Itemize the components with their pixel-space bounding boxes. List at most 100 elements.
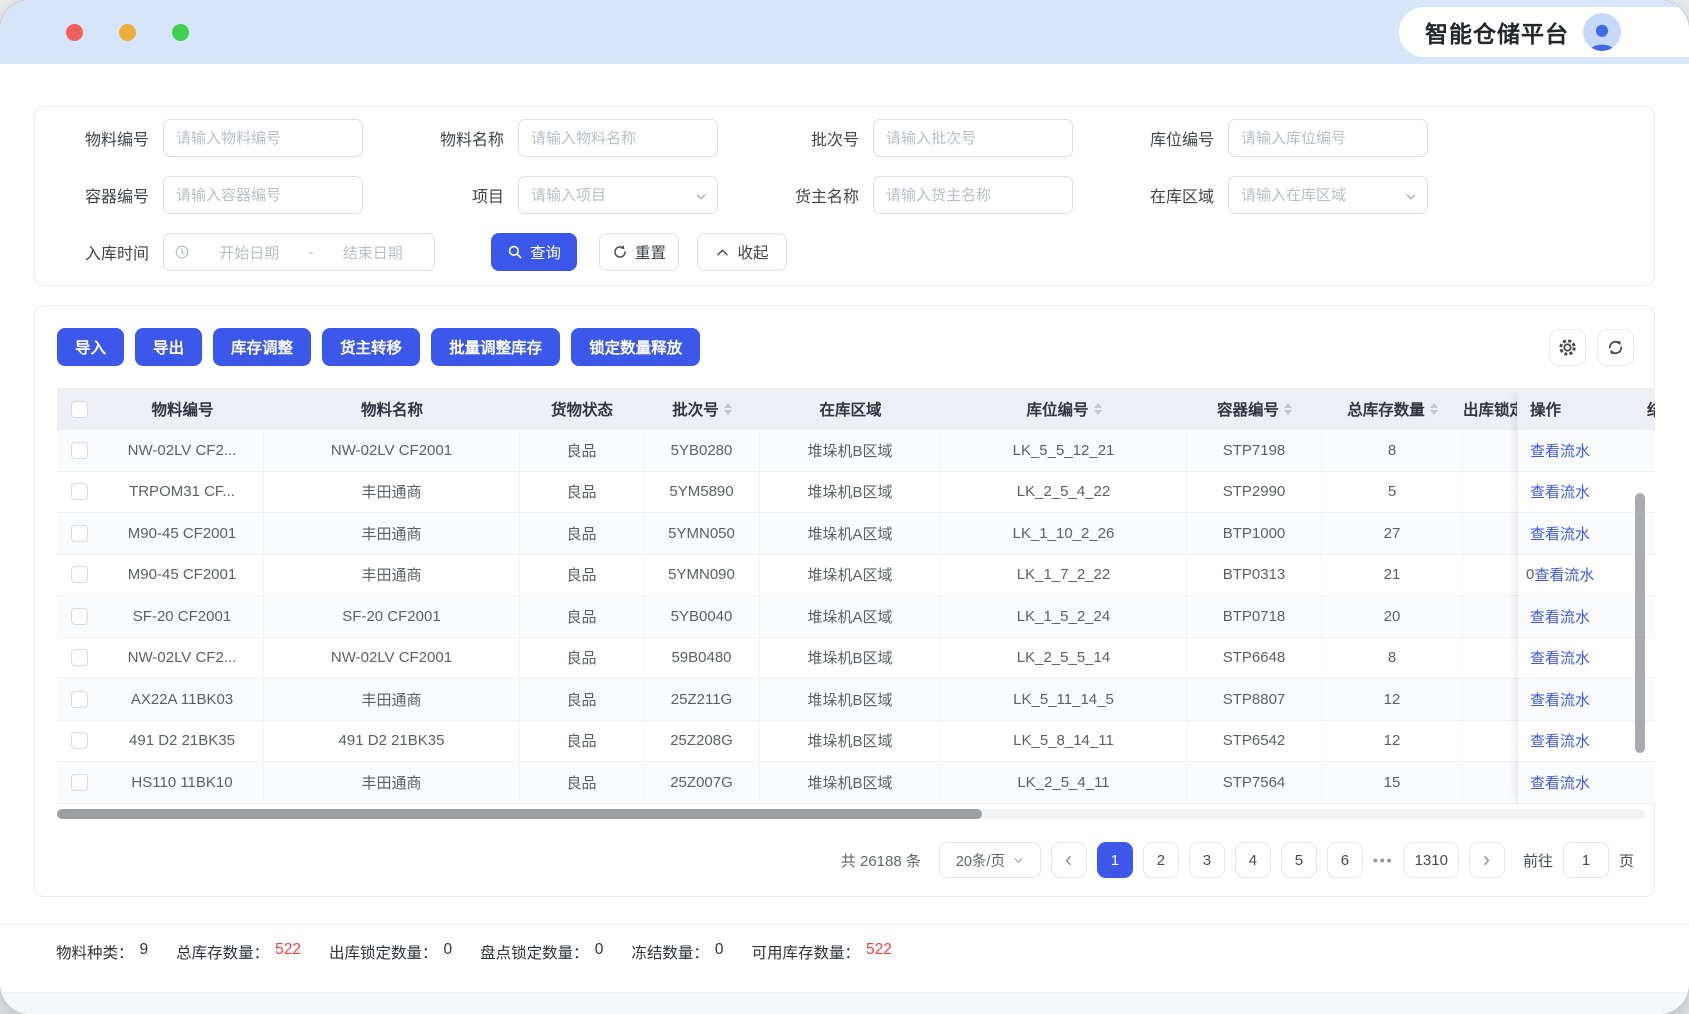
row-checkbox[interactable] bbox=[71, 566, 88, 583]
next-page-button[interactable] bbox=[1469, 842, 1505, 878]
row-checkbox[interactable] bbox=[71, 608, 88, 625]
summary-stat-label: 出库锁定数量： bbox=[329, 941, 438, 963]
search-field-project: 项目 bbox=[412, 176, 767, 214]
gear-icon bbox=[1557, 337, 1578, 358]
summary-stat-label: 总库存数量： bbox=[176, 941, 269, 963]
search-input-owner-name[interactable] bbox=[874, 177, 1072, 213]
sort-carets-icon[interactable] bbox=[1284, 403, 1292, 415]
page-size-select[interactable]: 20条/页 bbox=[939, 842, 1041, 878]
cell-container_code: STP6648 bbox=[1187, 637, 1322, 679]
toolbar-button-release-locked-qty[interactable]: 锁定数量释放 bbox=[571, 328, 700, 366]
row-checkbox[interactable] bbox=[71, 483, 88, 500]
search-input-batch-no[interactable] bbox=[874, 120, 1072, 156]
vertical-scrollbar-thumb[interactable] bbox=[1635, 493, 1645, 753]
prev-page-button[interactable] bbox=[1051, 842, 1087, 878]
toolbar-button-owner-transfer[interactable]: 货主转移 bbox=[322, 328, 420, 366]
view-flow-link[interactable]: 查看流水 bbox=[1530, 772, 1590, 793]
page-button-4[interactable]: 4 bbox=[1235, 842, 1271, 878]
column-header-location_code[interactable]: 库位编号 bbox=[941, 388, 1187, 430]
collapse-button-label: 收起 bbox=[737, 241, 768, 263]
clipped-column-text: 结 bbox=[1647, 388, 1655, 430]
table-row: 491 D2 21BK35491 D2 21BK35良品25Z208G堆垛机B区… bbox=[57, 721, 1655, 763]
settings-button[interactable] bbox=[1549, 329, 1586, 366]
reset-button[interactable]: 重置 bbox=[599, 233, 679, 271]
view-flow-link[interactable]: 查看流水 bbox=[1530, 481, 1590, 502]
last-page-button[interactable]: 1310 bbox=[1404, 842, 1459, 878]
cell-material_name: SF-20 CF2001 bbox=[264, 596, 520, 638]
window-zoom-button[interactable] bbox=[172, 24, 189, 41]
cell-total_qty: 15 bbox=[1322, 762, 1463, 804]
column-header-batch_no[interactable]: 批次号 bbox=[644, 388, 760, 430]
column-header-container_code[interactable]: 容器编号 bbox=[1187, 388, 1322, 430]
page-button-3[interactable]: 3 bbox=[1189, 842, 1225, 878]
toolbar-button-adjust-inventory[interactable]: 库存调整 bbox=[213, 328, 311, 366]
row-checkbox[interactable] bbox=[71, 525, 88, 542]
cell-container_code: STP7198 bbox=[1187, 430, 1322, 472]
actions-cell: 查看流水 bbox=[1518, 638, 1645, 680]
sort-asc-icon[interactable] bbox=[724, 403, 732, 408]
search-input-project[interactable] bbox=[519, 177, 717, 213]
toolbar-button-import[interactable]: 导入 bbox=[57, 328, 124, 366]
summary-stat-label: 冻结数量： bbox=[631, 941, 709, 963]
cell-container_code: STP2990 bbox=[1187, 471, 1322, 513]
cell-status: 良品 bbox=[520, 596, 644, 638]
column-header-total_qty[interactable]: 总库存数量 bbox=[1322, 388, 1463, 430]
search-input-location-code[interactable] bbox=[1229, 120, 1427, 156]
view-flow-link[interactable]: 查看流水 bbox=[1530, 606, 1590, 627]
sort-desc-icon[interactable] bbox=[1284, 410, 1292, 415]
date-range-input[interactable]: 开始日期 - 结束日期 bbox=[163, 233, 435, 271]
chevron-down-icon bbox=[1013, 855, 1024, 866]
select-all-checkbox[interactable] bbox=[71, 401, 88, 418]
view-flow-link[interactable]: 查看流水 bbox=[1530, 440, 1590, 461]
search-field-owner-name: 货主名称 bbox=[767, 176, 1122, 214]
sort-carets-icon[interactable] bbox=[724, 403, 732, 415]
column-header-label: 在库区域 bbox=[819, 398, 881, 420]
column-header-label: 容器编号 bbox=[1217, 398, 1279, 420]
search-input-material-name[interactable] bbox=[519, 120, 717, 156]
window-close-button[interactable] bbox=[66, 24, 83, 41]
cell-container_code: STP7564 bbox=[1187, 762, 1322, 804]
sort-desc-icon[interactable] bbox=[1094, 410, 1102, 415]
user-avatar[interactable] bbox=[1583, 13, 1621, 51]
view-flow-link[interactable]: 查看流水 bbox=[1530, 647, 1590, 668]
search-input-storage-area[interactable] bbox=[1229, 177, 1427, 213]
sort-asc-icon[interactable] bbox=[1430, 403, 1438, 408]
search-input-container-code[interactable] bbox=[164, 177, 362, 213]
page-button-6[interactable]: 6 bbox=[1327, 842, 1363, 878]
row-checkbox[interactable] bbox=[71, 774, 88, 791]
summary-stat: 出库锁定数量： 0 bbox=[329, 941, 452, 963]
toolbar-button-export[interactable]: 导出 bbox=[135, 328, 202, 366]
sort-asc-icon[interactable] bbox=[1284, 403, 1292, 408]
row-checkbox[interactable] bbox=[71, 649, 88, 666]
query-button[interactable]: 查询 bbox=[491, 233, 577, 271]
sort-asc-icon[interactable] bbox=[1094, 403, 1102, 408]
view-flow-link[interactable]: 查看流水 bbox=[1530, 689, 1590, 710]
row-checkbox[interactable] bbox=[71, 442, 88, 459]
view-flow-link[interactable]: 查看流水 bbox=[1530, 523, 1590, 544]
summary-stats: 物料种类：9总库存数量：522出库锁定数量：0盘点锁定数量：0冻结数量：0可用库… bbox=[56, 941, 1689, 963]
horizontal-scrollbar-thumb[interactable] bbox=[57, 809, 982, 819]
sort-desc-icon[interactable] bbox=[724, 410, 732, 415]
goto-page-input[interactable] bbox=[1564, 843, 1608, 877]
toolbar-button-batch-adjust-inventory[interactable]: 批量调整库存 bbox=[431, 328, 560, 366]
cell-material_name: NW-02LV CF2001 bbox=[264, 430, 520, 472]
view-flow-link[interactable]: 查看流水 bbox=[1530, 730, 1590, 751]
cell-total_qty: 21 bbox=[1322, 554, 1463, 596]
page-button-1[interactable]: 1 bbox=[1097, 842, 1133, 878]
summary-stat-value: 0 bbox=[444, 941, 453, 963]
sort-carets-icon[interactable] bbox=[1094, 403, 1102, 415]
cell-location_code: LK_2_5_4_22 bbox=[941, 471, 1187, 513]
row-checkbox[interactable] bbox=[71, 732, 88, 749]
view-flow-link[interactable]: 查看流水 bbox=[1534, 564, 1594, 585]
sort-carets-icon[interactable] bbox=[1430, 403, 1438, 415]
more-pages-ellipsis[interactable]: ••• bbox=[1373, 852, 1394, 868]
page-button-2[interactable]: 2 bbox=[1143, 842, 1179, 878]
sort-desc-icon[interactable] bbox=[1430, 410, 1438, 415]
refresh-table-button[interactable] bbox=[1597, 329, 1634, 366]
cell-material_name: 丰田通商 bbox=[264, 471, 520, 513]
search-input-material-code[interactable] bbox=[164, 120, 362, 156]
page-button-5[interactable]: 5 bbox=[1281, 842, 1317, 878]
row-checkbox[interactable] bbox=[71, 691, 88, 708]
collapse-button[interactable]: 收起 bbox=[697, 233, 787, 271]
window-minimize-button[interactable] bbox=[119, 24, 136, 41]
